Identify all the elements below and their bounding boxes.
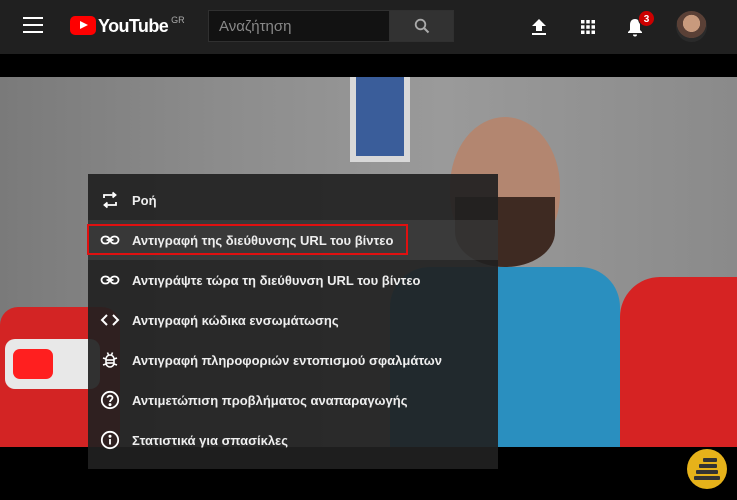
masthead: YouTube GR 3 bbox=[0, 0, 737, 54]
region-label: GR bbox=[171, 15, 185, 25]
apps-grid-icon[interactable] bbox=[576, 15, 600, 39]
link-icon bbox=[100, 230, 120, 250]
search-bar bbox=[208, 10, 454, 42]
menu-item-copy-debug-info[interactable]: Αντιγραφή πληροφοριών εντοπισμού σφαλμάτ… bbox=[88, 340, 498, 380]
search-input[interactable] bbox=[208, 10, 390, 42]
bug-icon bbox=[100, 350, 120, 370]
code-icon bbox=[100, 310, 120, 330]
play-logo-icon bbox=[70, 16, 96, 35]
menu-item-label: Αντιγραφή της διεύθυνσης URL του βίντεο bbox=[132, 232, 394, 248]
help-icon bbox=[100, 390, 120, 410]
site-watermark-logo bbox=[687, 449, 727, 489]
info-icon bbox=[100, 430, 120, 450]
menu-item-label: Αντιμετώπιση προβλήματος αναπαραγωγής bbox=[132, 392, 408, 408]
menu-item-label: Ροή bbox=[132, 192, 157, 208]
notification-count-badge: 3 bbox=[638, 10, 655, 27]
menu-item-copy-embed-code[interactable]: Αντιγραφή κώδικα ενσωμάτωσης bbox=[88, 300, 498, 340]
menu-item-loop[interactable]: Ροή bbox=[88, 180, 498, 220]
menu-item-label: Στατιστικά για σπασίκλες bbox=[132, 432, 288, 448]
upload-icon[interactable] bbox=[527, 15, 551, 39]
loop-icon bbox=[100, 190, 120, 210]
search-button[interactable] bbox=[390, 10, 454, 42]
logo-text: YouTube bbox=[98, 16, 169, 36]
youtube-logo[interactable]: YouTube GR bbox=[70, 14, 185, 38]
player-context-menu: Ροή Αντιγραφή της διεύθυνσης URL του βίν… bbox=[87, 174, 498, 469]
menu-item-copy-video-url-at-time[interactable]: Αντιγράψτε τώρα τη διεύθυνση URL του βίν… bbox=[88, 260, 498, 300]
menu-icon[interactable] bbox=[23, 17, 43, 33]
menu-item-copy-video-url[interactable]: Αντιγραφή της διεύθυνσης URL του βίντεο bbox=[87, 220, 498, 260]
link-icon bbox=[100, 270, 120, 290]
search-icon bbox=[414, 18, 429, 34]
menu-item-stats-for-nerds[interactable]: Στατιστικά για σπασίκλες bbox=[88, 420, 498, 460]
menu-item-label: Αντιγράψτε τώρα τη διεύθυνση URL του βίν… bbox=[132, 272, 421, 288]
menu-item-label: Αντιγραφή κώδικα ενσωμάτωσης bbox=[132, 312, 339, 328]
avatar[interactable] bbox=[676, 11, 707, 42]
menu-item-troubleshoot-playback[interactable]: Αντιμετώπιση προβλήματος αναπαραγωγής bbox=[88, 380, 498, 420]
menu-item-label: Αντιγραφή πληροφοριών εντοπισμού σφαλμάτ… bbox=[132, 352, 442, 368]
